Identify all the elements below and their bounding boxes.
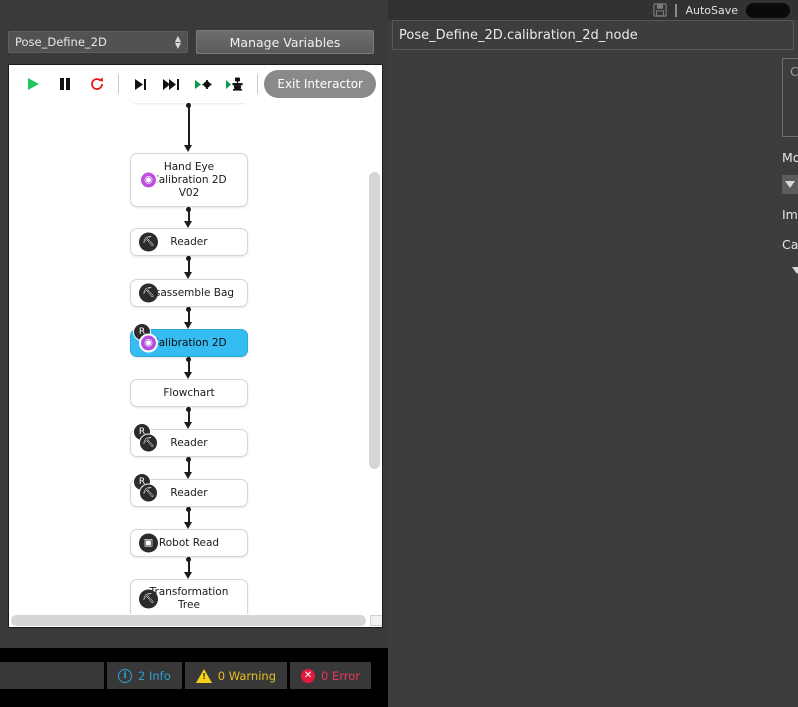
autosave-toggle[interactable] <box>746 2 790 18</box>
fast-forward-icon[interactable] <box>156 69 188 99</box>
edge-dot <box>185 457 191 462</box>
play-icon[interactable] <box>17 69 49 99</box>
wrench-icon: ⛏ <box>139 232 158 252</box>
status-error-chip[interactable]: ✕ 0 Error <box>290 662 372 689</box>
edge-arrow <box>184 221 192 228</box>
edge-arrow <box>184 472 192 479</box>
edge-dot <box>185 307 191 312</box>
status-info-label: 2 Info <box>138 668 171 683</box>
node-label: Reader <box>170 235 208 248</box>
canvas-vertical-scrollbar[interactable] <box>369 172 380 469</box>
edge-arrow <box>184 522 192 529</box>
edge-dot <box>185 357 191 362</box>
node-title: Pose_Define_2D.calibration_2d_node <box>392 20 794 50</box>
node-label: Robot Read <box>158 536 220 549</box>
wrench-icon: ⛏ <box>139 283 158 303</box>
info-icon: i <box>118 668 132 683</box>
node-hand-eye-calibration-2d-v02[interactable]: ◉ Hand Eye Calibration 2D V02 <box>130 153 248 207</box>
status-bar: i 2 Info 0 Warning ✕ 0 Error <box>0 648 388 707</box>
node-calibration-2d-selected[interactable]: R ◉ Calibration 2D <box>130 323 248 357</box>
exit-interactor-button[interactable]: Exit Interactor <box>264 70 376 98</box>
error-icon: ✕ <box>301 668 316 683</box>
application-window: Pose_Define_2D ▲ ▼ Manage Variables Exit… <box>0 0 798 707</box>
status-warning-chip[interactable]: 0 Warning <box>184 662 288 689</box>
play-node-icon[interactable] <box>188 69 220 99</box>
node-robot-read[interactable]: ▣ Robot Read <box>130 529 248 557</box>
triangle-down-icon <box>785 181 795 188</box>
save-icon[interactable] <box>653 3 668 17</box>
image-row: Image: Out/Pose_Define_2D.disassemble_ba… <box>782 203 798 225</box>
edge-dot <box>185 507 191 512</box>
edge-arrow <box>184 572 192 579</box>
image-label: Image: <box>782 206 798 222</box>
node-disassemble-bag[interactable]: ⛏ Disassemble Bag <box>130 279 248 307</box>
robot-icon: ▣ <box>139 533 158 553</box>
project-toolbar: Pose_Define_2D ▲ ▼ Manage Variables <box>0 22 388 62</box>
status-error-label: 0 Error <box>321 668 361 683</box>
node-label: Reader <box>170 486 208 499</box>
node-reader-3[interactable]: R ⛏ Reader <box>130 473 248 507</box>
flowchart-canvas[interactable]: Exit Interactor ◉ Hand Eye Calibration 2… <box>8 64 383 628</box>
wrench-icon: ⛏ <box>139 483 158 503</box>
edge-arrow <box>184 422 192 429</box>
node-graph: ◉ Calibration 2DV02 ◉ Hand EyeCalibratio… <box>9 65 382 627</box>
properties-panel: AutoSave Pose_Define_2D.calibration_2d_n… <box>388 0 798 707</box>
step-forward-icon[interactable] <box>124 69 156 99</box>
flowchart-toolbar: Exit Interactor <box>9 65 382 103</box>
triangle-down-icon <box>792 267 798 274</box>
comments-input[interactable]: Comments <box>782 58 798 137</box>
grid-board-section-header[interactable]: Grid Board <box>792 261 798 280</box>
camera-intrinsics-row: Camera Intrinsics Out/Pose_Define_2D.dis… <box>782 233 798 255</box>
calibration-icon: ◉ <box>139 333 158 353</box>
node-reader-2[interactable]: R ⛏ Reader <box>130 423 248 457</box>
edge-dot <box>185 256 191 261</box>
status-warning-label: 0 Warning <box>217 668 277 683</box>
refresh-icon[interactable] <box>81 69 113 99</box>
edge-dot <box>185 207 191 212</box>
calibration-setting-section-header[interactable]: Calibration Setting <box>782 175 798 194</box>
edge-dot <box>185 103 191 108</box>
canvas-horizontal-scrollbar-thumb[interactable] <box>11 615 366 626</box>
edge <box>188 103 190 147</box>
node-label: Hand Eye Calibration 2D V02 <box>151 160 227 199</box>
edge-dot <box>185 557 191 562</box>
chevron-updown-icon: ▲ ▼ <box>174 34 181 50</box>
edge-arrow <box>184 272 192 279</box>
wrench-icon: ⛏ <box>139 589 158 609</box>
toolbar-divider-1 <box>118 74 119 94</box>
edge-arrow <box>184 145 192 152</box>
manage-variables-button[interactable]: Manage Variables <box>196 30 374 54</box>
mode-label: Mode: <box>782 149 798 165</box>
node-flowchart[interactable]: Flowchart <box>130 379 248 407</box>
edge-arrow <box>184 372 192 379</box>
project-select-value: Pose_Define_2D <box>15 35 107 49</box>
node-transformation-tree[interactable]: ⛏ Transformation Tree <box>130 579 248 619</box>
node-reader-1[interactable]: ⛏ Reader <box>130 228 248 256</box>
toolbar-divider-2 <box>257 74 258 94</box>
status-info-chip[interactable]: i 2 Info <box>107 662 182 689</box>
scrollbar-corner <box>370 615 382 626</box>
topbar-divider <box>675 3 678 17</box>
edge-dot <box>185 407 191 412</box>
wrench-icon: ⛏ <box>139 433 158 453</box>
edge-arrow <box>184 322 192 329</box>
node-label: Reader <box>170 436 208 449</box>
project-select[interactable]: Pose_Define_2D ▲ ▼ <box>8 31 188 53</box>
node-label: Calibration 2D <box>151 336 227 349</box>
autosave-label: AutoSave <box>685 3 738 17</box>
panel-topbar: AutoSave <box>388 0 798 20</box>
camera-intrinsics-label: Camera Intrinsics <box>782 236 798 252</box>
mode-row: Mode: Calibrate ▲▼ <box>782 146 798 168</box>
warning-icon <box>195 668 212 683</box>
pause-icon[interactable] <box>49 69 81 99</box>
node-label: Flowchart <box>163 386 215 399</box>
calibration-icon: ◉ <box>139 170 158 190</box>
play-robot-icon[interactable] <box>220 69 252 99</box>
status-bar-message-area <box>0 662 104 689</box>
canvas-horizontal-scrollbar-track[interactable] <box>9 614 382 627</box>
left-pane: Pose_Define_2D ▲ ▼ Manage Variables Exit… <box>0 0 388 648</box>
